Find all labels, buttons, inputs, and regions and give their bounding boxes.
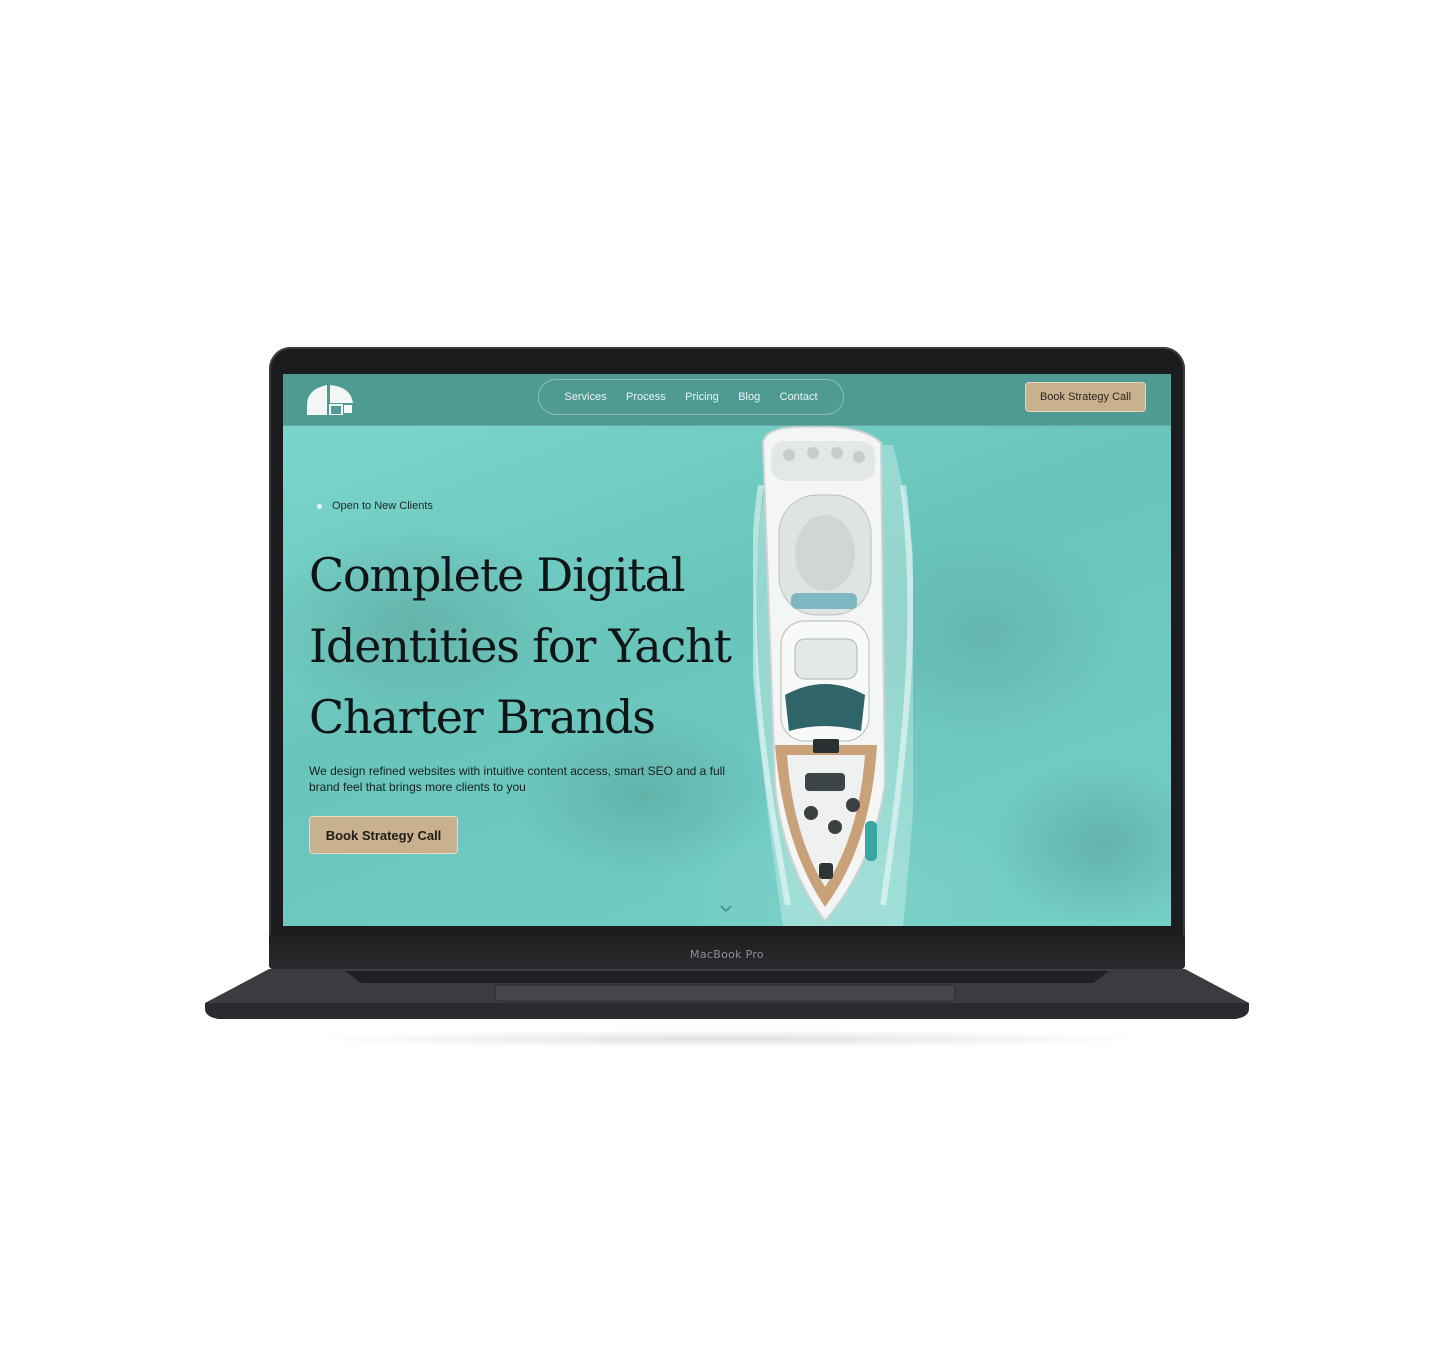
nav-book-call-button[interactable]: Book Strategy Call: [1025, 382, 1146, 412]
yacht-image: [753, 425, 913, 926]
site-navbar: Services Process Pricing Blog Contact Bo…: [283, 374, 1171, 426]
laptop-screen: Services Process Pricing Blog Contact Bo…: [283, 374, 1171, 926]
status-dot: [317, 503, 322, 509]
status-label: Open to New Clients: [332, 500, 433, 512]
nav-link-contact[interactable]: Contact: [780, 391, 818, 403]
laptop-base: [205, 969, 1249, 1019]
logo-icon[interactable]: [305, 383, 355, 415]
hero-headline: Complete Digital Identities for Yacht Ch…: [309, 548, 732, 744]
nav-link-process[interactable]: Process: [626, 391, 666, 403]
chevron-down-icon[interactable]: [720, 905, 732, 913]
hero-book-call-button[interactable]: Book Strategy Call: [309, 816, 458, 854]
nav-link-services[interactable]: Services: [564, 391, 606, 403]
device-label: MacBook Pro: [690, 948, 764, 961]
mockup-stage: MacBook Pro Services Process Pricing Blo…: [0, 0, 1453, 1363]
availability-status: Open to New Clients: [317, 500, 433, 512]
laptop-shadow: [300, 1030, 1154, 1048]
nav-link-blog[interactable]: Blog: [738, 391, 760, 403]
nav-menu: Services Process Pricing Blog Contact: [538, 379, 844, 415]
hero-subtext: We design refined websites with intuitiv…: [309, 764, 725, 794]
nav-link-pricing[interactable]: Pricing: [685, 391, 719, 403]
